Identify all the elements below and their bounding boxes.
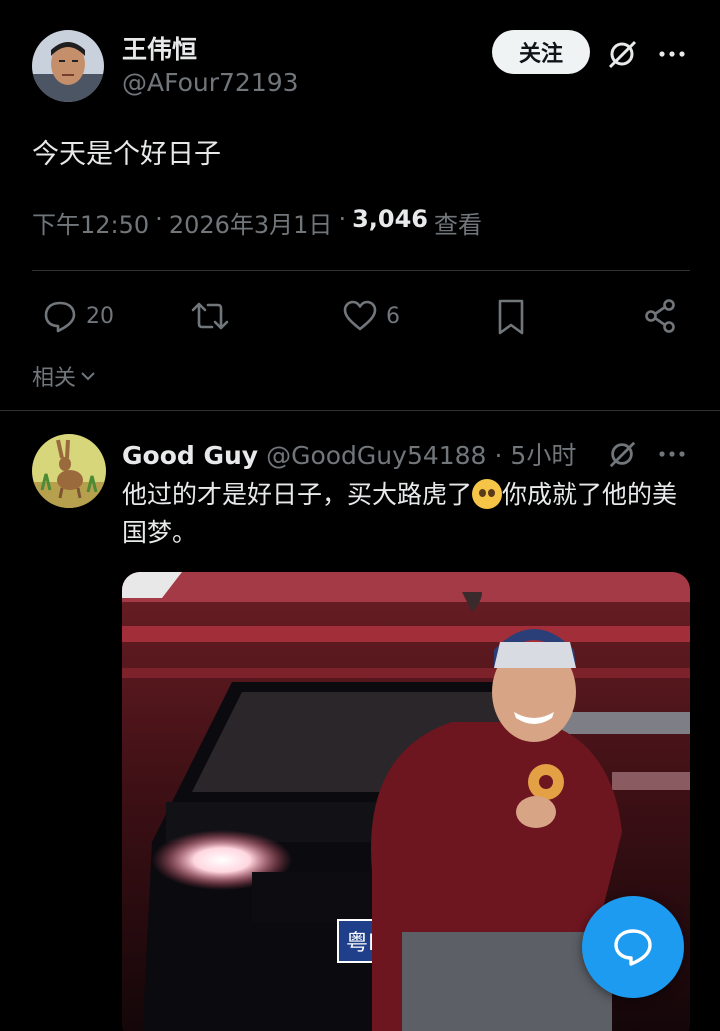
views-label: 查看 xyxy=(434,211,482,239)
grok-icon[interactable] xyxy=(602,34,642,74)
compose-reply-button[interactable] xyxy=(582,896,684,998)
follow-button[interactable]: 关注 xyxy=(492,30,590,74)
related-toggle[interactable]: 相关 xyxy=(32,360,98,392)
reply-author-name[interactable]: Good Guy xyxy=(122,441,258,470)
share-icon xyxy=(645,299,675,333)
tweet-time[interactable]: 下午12:50 xyxy=(32,205,149,240)
retweet-button[interactable] xyxy=(190,298,230,334)
more-icon[interactable] xyxy=(652,436,692,472)
author-name[interactable]: 王伟恒 xyxy=(122,30,197,66)
meta-separator: · xyxy=(155,205,163,233)
tweet-meta: 下午12:50 · 2026年3月1日 · 3,046 查看 xyxy=(32,205,482,240)
reply-text: 他过的才是好日子，买大路虎了 你成就了他的美国梦。 xyxy=(122,476,682,552)
reply-count: 20 xyxy=(86,303,114,329)
author-avatar[interactable] xyxy=(32,30,104,102)
bookmark-icon xyxy=(498,299,524,335)
grok-icon[interactable] xyxy=(604,436,640,472)
more-icon[interactable] xyxy=(652,34,692,74)
retweet-icon xyxy=(191,302,229,330)
meta-separator: · xyxy=(338,205,347,233)
bookmark-button[interactable] xyxy=(494,298,528,336)
like-icon xyxy=(343,300,377,331)
meta-separator: · xyxy=(494,441,503,470)
like-count: 6 xyxy=(386,303,400,329)
tweet-text: 今天是个好日子 xyxy=(32,139,221,170)
reply-icon xyxy=(44,301,76,333)
reply-time[interactable]: 5小时 xyxy=(510,436,576,472)
compose-reply-icon xyxy=(614,929,652,966)
reply-header: Good Guy @GoodGuy54188 · 5小时 xyxy=(122,436,576,472)
like-button[interactable]: 6 xyxy=(342,298,400,334)
share-button[interactable] xyxy=(642,298,678,334)
reply-button[interactable]: 20 xyxy=(42,298,114,334)
divider xyxy=(32,270,690,271)
reply-author-avatar[interactable] xyxy=(32,434,106,508)
reply-text-part1: 他过的才是好日子，买大路虎了 xyxy=(122,480,473,509)
chevron-down-icon xyxy=(81,372,95,381)
views-count[interactable]: 3,046 xyxy=(352,205,428,240)
related-label: 相关 xyxy=(32,366,77,391)
tweet-date[interactable]: 2026年3月1日 xyxy=(169,205,333,240)
pleading-face-emoji-icon xyxy=(472,479,503,509)
author-handle[interactable]: @AFour72193 xyxy=(122,68,299,97)
reply-author-handle[interactable]: @GoodGuy54188 xyxy=(266,441,486,470)
section-divider xyxy=(0,410,720,411)
